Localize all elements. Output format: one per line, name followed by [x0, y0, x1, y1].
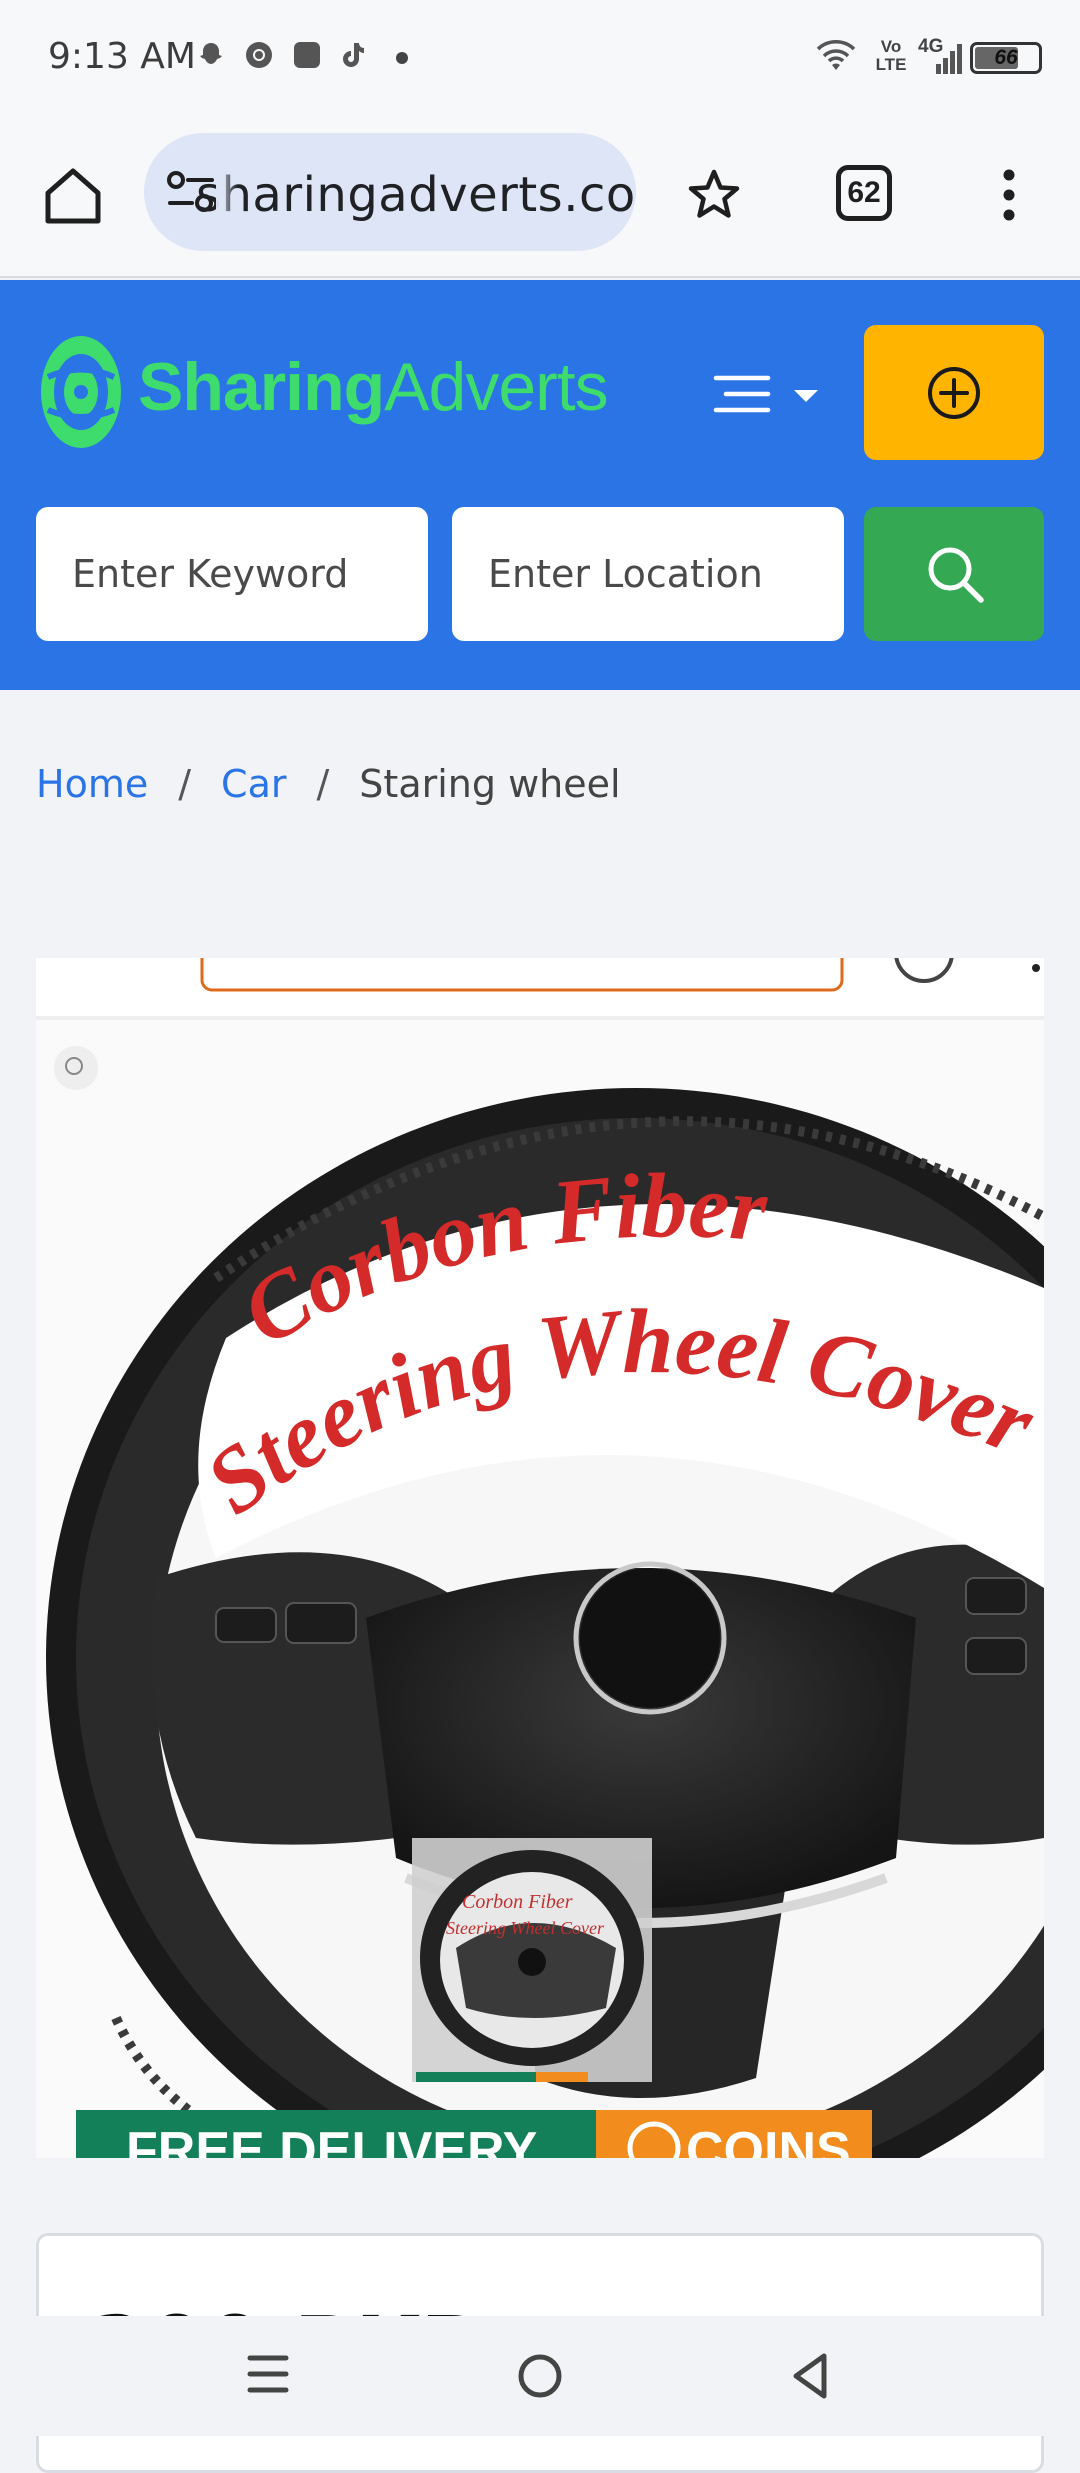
status-bar: 9:13 AM Vo LTE 4G 66 [0, 0, 1080, 115]
thumbnail-caption-line1: Corbon Fiber [462, 1891, 573, 1913]
banner-coins: COINS [686, 2122, 851, 2158]
back-nav-icon[interactable] [788, 2350, 832, 2402]
breadcrumb-home[interactable]: Home [36, 762, 148, 806]
logo-part-sharing: Sharing [138, 349, 385, 425]
thumbnail-caption-line2: Steering Wheel Cover [446, 1918, 605, 1938]
location-field [452, 507, 844, 641]
tab-switcher-button[interactable]: 62 [836, 165, 892, 221]
site-logo-icon[interactable] [38, 332, 124, 452]
address-bar[interactable]: sharingadverts.com [144, 133, 636, 251]
volte-indicator: Vo LTE [875, 37, 907, 74]
browser-toolbar: sharingadverts.com 62 [0, 115, 1080, 278]
bookmark-star-icon[interactable] [686, 167, 742, 223]
home-nav-icon[interactable] [516, 2352, 564, 2400]
keyword-input[interactable] [36, 507, 428, 641]
app-square-icon [294, 42, 320, 68]
product-image[interactable]: Corbon Fiber Steering Wheel Cover Corbon… [36, 958, 1044, 2158]
product-thumbnail[interactable]: Corbon Fiber Steering Wheel Cover [412, 1838, 652, 2082]
search-icon [928, 547, 984, 603]
banner-free-delivery: FREE DELIVERY [126, 2122, 537, 2158]
battery-level: 66 [994, 46, 1018, 69]
more-notifications-dot [396, 52, 408, 64]
breadcrumb-separator: / [316, 762, 330, 806]
keyword-field [36, 507, 428, 641]
home-icon[interactable] [40, 163, 106, 229]
breadcrumb-current: Staring wheel [359, 762, 621, 806]
more-options-icon[interactable] [994, 165, 1024, 225]
location-input[interactable] [452, 507, 844, 641]
status-time: 9:13 AM [48, 36, 196, 77]
url-text: sharingadverts.com [196, 167, 636, 223]
breadcrumb: Home / Car / Staring wheel [36, 762, 621, 806]
chrome-icon [246, 42, 272, 68]
breadcrumb-car[interactable]: Car [221, 762, 286, 806]
system-navigation-bar [0, 2316, 1080, 2436]
logo-part-adverts: Adverts [384, 349, 609, 425]
snapchat-icon [200, 43, 222, 64]
menu-toggle-icon[interactable] [712, 368, 822, 428]
steering-wheel-photo: Corbon Fiber Steering Wheel Cover Corbon… [36, 958, 1044, 2158]
site-header: SharingAdverts [0, 280, 1080, 690]
post-ad-button[interactable] [864, 325, 1044, 460]
breadcrumb-separator: / [178, 762, 192, 806]
tiktok-icon [343, 43, 364, 67]
signal-icon [936, 44, 962, 74]
battery-icon: 66 [970, 42, 1042, 74]
wifi-icon [816, 40, 856, 70]
search-button[interactable] [864, 507, 1044, 641]
recent-apps-icon[interactable] [246, 2350, 290, 2398]
plus-circle-icon [928, 367, 980, 419]
site-logo-text[interactable]: SharingAdverts [138, 348, 609, 426]
